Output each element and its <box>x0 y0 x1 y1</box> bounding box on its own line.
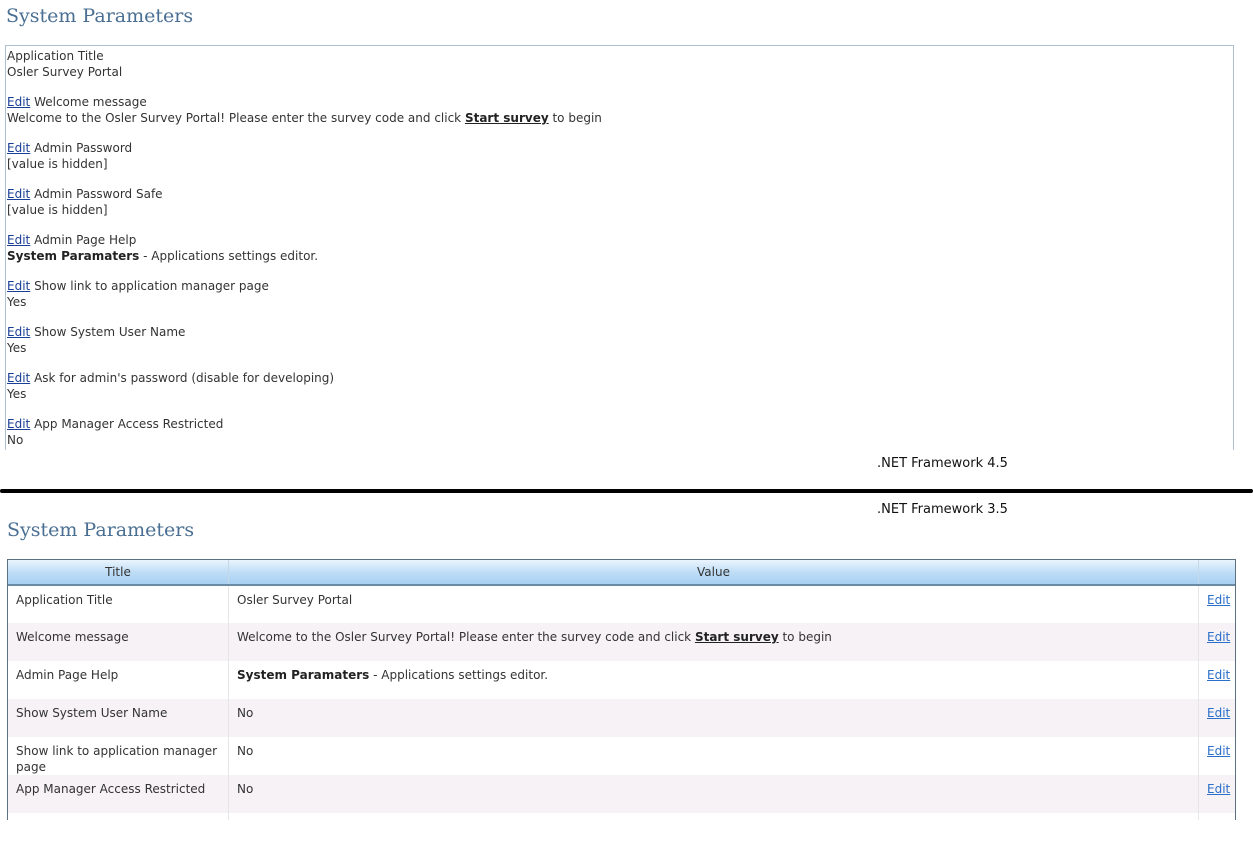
cell-title: Application Title <box>16 593 113 607</box>
param-value: Yes <box>7 387 27 401</box>
page-title-bottom: System Parameters <box>7 519 195 541</box>
column-header-title[interactable]: Title <box>8 560 229 586</box>
param-value: Welcome to the Osler Survey Portal! Plea… <box>7 111 602 125</box>
param-name: Welcome message <box>30 95 147 109</box>
param-name: Show link to application manager page <box>30 279 269 293</box>
edit-link[interactable]: Edit <box>7 187 30 201</box>
parameters-grid: Title Value Application Title Osler Surv… <box>7 559 1236 820</box>
param-value: [value is hidden] <box>7 203 108 217</box>
param-name: Ask for admin's password (disable for de… <box>30 371 335 385</box>
edit-link[interactable]: Edit <box>1207 744 1230 758</box>
cell-value: No <box>228 699 1199 737</box>
table-row-empty <box>8 813 1235 820</box>
table-row: Show System User Name No Edit <box>8 699 1235 737</box>
edit-link[interactable]: Edit <box>7 417 30 431</box>
param-show-app-manager-link: Edit Show link to application manager pa… <box>7 278 1233 310</box>
column-header-edit <box>1198 560 1235 586</box>
edit-link[interactable]: Edit <box>7 279 30 293</box>
column-header-value[interactable]: Value <box>228 560 1199 586</box>
edit-link[interactable]: Edit <box>1207 706 1230 720</box>
param-app-manager-access-restricted: Edit App Manager Access Restricted No <box>7 416 1233 448</box>
cell-value: No <box>228 775 1199 813</box>
cell-title: Show System User Name <box>8 699 229 737</box>
edit-link[interactable]: Edit <box>7 371 30 385</box>
param-value: Osler Survey Portal <box>7 65 123 79</box>
cell-title: App Manager Access Restricted <box>8 775 229 813</box>
table-row: Admin Page Help System Paramaters - Appl… <box>8 661 1235 699</box>
param-name: Application Title <box>7 49 104 63</box>
param-admin-password: Edit Admin Password [value is hidden] <box>7 140 1233 172</box>
cell-value: Welcome to the Osler Survey Portal! Plea… <box>228 623 1199 661</box>
param-admin-page-help: Edit Admin Page Help System Paramaters -… <box>7 232 1233 264</box>
edit-link[interactable]: Edit <box>7 141 30 155</box>
edit-link[interactable]: Edit <box>7 325 30 339</box>
cell-title: Admin Page Help <box>16 668 119 682</box>
table-row: Application Title Osler Survey Portal Ed… <box>8 585 1235 623</box>
parameters-panel: Application Title Osler Survey Portal Ed… <box>5 45 1234 450</box>
param-name: App Manager Access Restricted <box>30 417 224 431</box>
param-name: Admin Page Help <box>30 233 137 247</box>
table-row: Show link to application manager page No… <box>8 737 1235 775</box>
edit-link[interactable]: Edit <box>7 233 30 247</box>
param-show-system-user-name: Edit Show System User Name Yes <box>7 324 1233 356</box>
param-value: Yes <box>7 295 27 309</box>
param-value: Yes <box>7 341 27 355</box>
edit-link[interactable]: Edit <box>1207 668 1230 682</box>
param-value: System Paramaters - Applications setting… <box>7 249 319 263</box>
start-survey-link[interactable]: Start survey <box>695 630 779 644</box>
param-ask-admin-password: Edit Ask for admin's password (disable f… <box>7 370 1233 402</box>
param-welcome-message: Edit Welcome message Welcome to the Osle… <box>7 94 1233 126</box>
param-admin-password-safe: Edit Admin Password Safe [value is hidde… <box>7 186 1233 218</box>
table-row: Welcome message Welcome to the Osler Sur… <box>8 623 1235 661</box>
param-application-title: Application Title Osler Survey Portal <box>7 48 1233 80</box>
param-name: Show System User Name <box>30 325 186 339</box>
edit-link[interactable]: Edit <box>1207 593 1230 607</box>
framework-label-45: .NET Framework 4.5 <box>877 456 1008 471</box>
edit-link[interactable]: Edit <box>7 95 30 109</box>
param-value: No <box>7 433 24 447</box>
parameters-table: Title Value Application Title Osler Surv… <box>8 560 1235 820</box>
cell-value: System Paramaters - Applications setting… <box>228 661 1199 699</box>
table-row: App Manager Access Restricted No Edit <box>8 775 1235 813</box>
cell-title: Show link to application manager page <box>16 744 218 774</box>
param-value: [value is hidden] <box>7 157 108 171</box>
param-name: Admin Password <box>30 141 133 155</box>
framework-label-35: .NET Framework 3.5 <box>877 502 1008 517</box>
cell-title: Welcome message <box>8 623 229 661</box>
edit-link[interactable]: Edit <box>1207 782 1230 796</box>
edit-link[interactable]: Edit <box>1207 630 1230 644</box>
cell-value: Osler Survey Portal <box>228 585 1199 623</box>
page-title-top: System Parameters <box>6 5 194 27</box>
divider <box>0 489 1253 493</box>
param-name: Admin Password Safe <box>30 187 163 201</box>
table-header-row: Title Value <box>8 560 1235 586</box>
cell-value: No <box>228 737 1199 775</box>
start-survey-link[interactable]: Start survey <box>465 111 549 125</box>
